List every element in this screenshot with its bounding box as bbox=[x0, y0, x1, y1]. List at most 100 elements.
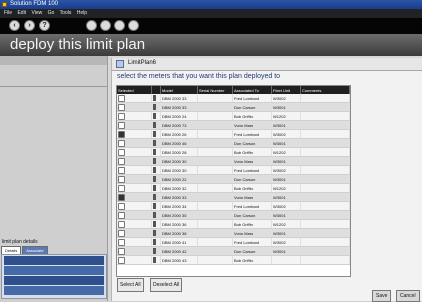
fleet-cell: W3001 bbox=[271, 138, 301, 148]
serial-cell bbox=[197, 165, 233, 175]
row-checkbox[interactable] bbox=[118, 220, 125, 228]
table-row[interactable]: DBM 2000 35 Don Carson W3001 bbox=[117, 210, 350, 220]
row-checkbox[interactable] bbox=[118, 211, 125, 219]
table-row[interactable]: DBM 2000 24 Bob Griffin W1202 bbox=[117, 111, 350, 121]
table-row[interactable]: DBM 2000 43 Bob Griffin bbox=[117, 255, 350, 265]
table-row[interactable]: DBM 2000 42 Don Carson W3001 bbox=[117, 246, 350, 256]
cancel-button[interactable]: Cancel bbox=[396, 290, 420, 302]
meter-icon bbox=[153, 221, 156, 227]
selected-cell[interactable] bbox=[117, 201, 152, 211]
row-checkbox[interactable] bbox=[118, 130, 125, 138]
selected-cell[interactable] bbox=[117, 246, 152, 256]
model-cell: DBM 2000 38 bbox=[160, 228, 198, 238]
row-checkbox[interactable] bbox=[118, 202, 125, 210]
row-checkbox[interactable] bbox=[118, 103, 125, 111]
associated-cell: Fred Lombard bbox=[232, 165, 272, 175]
serial-cell bbox=[197, 255, 233, 265]
row-checkbox[interactable] bbox=[118, 256, 125, 264]
selected-cell[interactable] bbox=[117, 94, 152, 103]
forward-icon[interactable]: › bbox=[24, 20, 35, 31]
table-row[interactable]: DBM 2000 22 Don Carson W3001 bbox=[117, 174, 350, 184]
document-icon bbox=[116, 60, 124, 68]
table-row[interactable]: DBM 2000 33 Fred Lombard W3002 bbox=[117, 94, 350, 103]
comments-cell bbox=[300, 246, 350, 256]
table-row[interactable]: DBM 2000 38 Vonn Mars W3001 bbox=[117, 228, 350, 238]
selected-cell[interactable] bbox=[117, 111, 152, 121]
table-row[interactable]: DBM 2000 46 Don Carson W3001 bbox=[117, 138, 350, 148]
toolbar-button-1-icon[interactable] bbox=[86, 20, 97, 31]
table-row[interactable]: DBM 2000 30 Vonn Mars W3001 bbox=[117, 156, 350, 166]
table-row[interactable]: DBM 2000 33 Vonn Mars W3001 bbox=[117, 192, 350, 202]
back-icon[interactable]: ‹ bbox=[9, 20, 20, 31]
comments-cell bbox=[300, 165, 350, 175]
toolbar-button-3-icon[interactable] bbox=[114, 20, 125, 31]
header-comments[interactable]: Comments bbox=[300, 86, 350, 94]
selected-cell[interactable] bbox=[117, 147, 152, 157]
row-checkbox[interactable] bbox=[118, 112, 125, 120]
selected-cell[interactable] bbox=[117, 237, 152, 247]
row-checkbox[interactable] bbox=[118, 139, 125, 147]
table-row[interactable]: DBM 2000 36 Bob Griffin W1202 bbox=[117, 219, 350, 229]
selected-cell[interactable] bbox=[117, 255, 152, 265]
table-row[interactable]: DBM 2000 30 Fred Lombard W3002 bbox=[117, 165, 350, 175]
selected-cell[interactable] bbox=[117, 210, 152, 220]
selected-cell[interactable] bbox=[117, 138, 152, 148]
header-fleet-unit[interactable]: Fleet Unit bbox=[271, 86, 301, 94]
selected-cell[interactable] bbox=[117, 192, 152, 202]
row-checkbox[interactable] bbox=[118, 121, 125, 129]
menu-edit[interactable]: Edit bbox=[17, 9, 26, 18]
row-checkbox[interactable] bbox=[118, 247, 125, 255]
selected-cell[interactable] bbox=[117, 183, 152, 193]
header-model[interactable]: Model bbox=[160, 86, 198, 94]
selected-cell[interactable] bbox=[117, 165, 152, 175]
model-cell: DBM 2000 28 bbox=[160, 147, 198, 157]
row-checkbox[interactable] bbox=[118, 157, 125, 165]
comments-cell bbox=[300, 94, 350, 103]
menu-go[interactable]: Go bbox=[48, 9, 55, 18]
selected-cell[interactable] bbox=[117, 156, 152, 166]
row-checkbox[interactable] bbox=[118, 148, 125, 156]
selected-cell[interactable] bbox=[117, 102, 152, 112]
meter-icon-cell bbox=[151, 138, 161, 148]
meter-icon bbox=[153, 167, 156, 173]
meter-table: Selected Model Serial Number Associated … bbox=[116, 85, 351, 277]
row-checkbox[interactable] bbox=[118, 229, 125, 237]
table-row[interactable]: DBM 2000 34 Fred Lombard W3002 bbox=[117, 201, 350, 211]
associated-cell: Don Carson bbox=[232, 174, 272, 184]
help-icon[interactable]: ? bbox=[39, 20, 50, 31]
table-row[interactable]: DBM 2000 73 Vonn Mars W3001 bbox=[117, 120, 350, 130]
table-row[interactable]: DBM 2000 32 Bob Griffin W1202 bbox=[117, 183, 350, 193]
select-all-button[interactable]: Select All bbox=[117, 278, 144, 292]
meter-icon bbox=[153, 203, 156, 209]
header-associated-to[interactable]: Associated To bbox=[232, 86, 272, 94]
table-body: DBM 2000 33 Fred Lombard W3002 DBM 2000 … bbox=[117, 94, 350, 265]
selected-cell[interactable] bbox=[117, 174, 152, 184]
selected-cell[interactable] bbox=[117, 120, 152, 130]
menu-tools[interactable]: Tools bbox=[60, 9, 72, 18]
table-row[interactable]: DBM 2000 33 Don Carson W3001 bbox=[117, 102, 350, 112]
row-checkbox[interactable] bbox=[118, 193, 125, 201]
deselect-all-button[interactable]: Deselect All bbox=[150, 278, 183, 292]
selected-cell[interactable] bbox=[117, 219, 152, 229]
toolbar-button-4-icon[interactable] bbox=[128, 20, 139, 31]
save-button[interactable]: Save bbox=[372, 290, 392, 302]
toolbar-button-2-icon[interactable] bbox=[100, 20, 111, 31]
menu-view[interactable]: View bbox=[31, 9, 42, 18]
menu-file[interactable]: File bbox=[4, 9, 12, 18]
row-checkbox[interactable] bbox=[118, 184, 125, 192]
serial-cell bbox=[197, 237, 233, 247]
header-serial[interactable]: Serial Number bbox=[197, 86, 233, 94]
associated-cell: Vonn Mars bbox=[232, 228, 272, 238]
selected-cell[interactable] bbox=[117, 228, 152, 238]
plan-line bbox=[4, 286, 104, 295]
row-checkbox[interactable] bbox=[118, 175, 125, 183]
row-checkbox[interactable] bbox=[118, 238, 125, 246]
header-selected[interactable]: Selected bbox=[117, 86, 152, 94]
table-row[interactable]: DBM 2000 41 Fred Lombard W3002 bbox=[117, 237, 350, 247]
table-row[interactable]: DBM 2000 26 Fred Lombard W3002 bbox=[117, 129, 350, 139]
menu-help[interactable]: Help bbox=[77, 9, 87, 18]
selected-cell[interactable] bbox=[117, 129, 152, 139]
table-row[interactable]: DBM 2000 28 Bob Griffin W1202 bbox=[117, 147, 350, 157]
row-checkbox[interactable] bbox=[118, 166, 125, 174]
row-checkbox[interactable] bbox=[118, 94, 125, 102]
